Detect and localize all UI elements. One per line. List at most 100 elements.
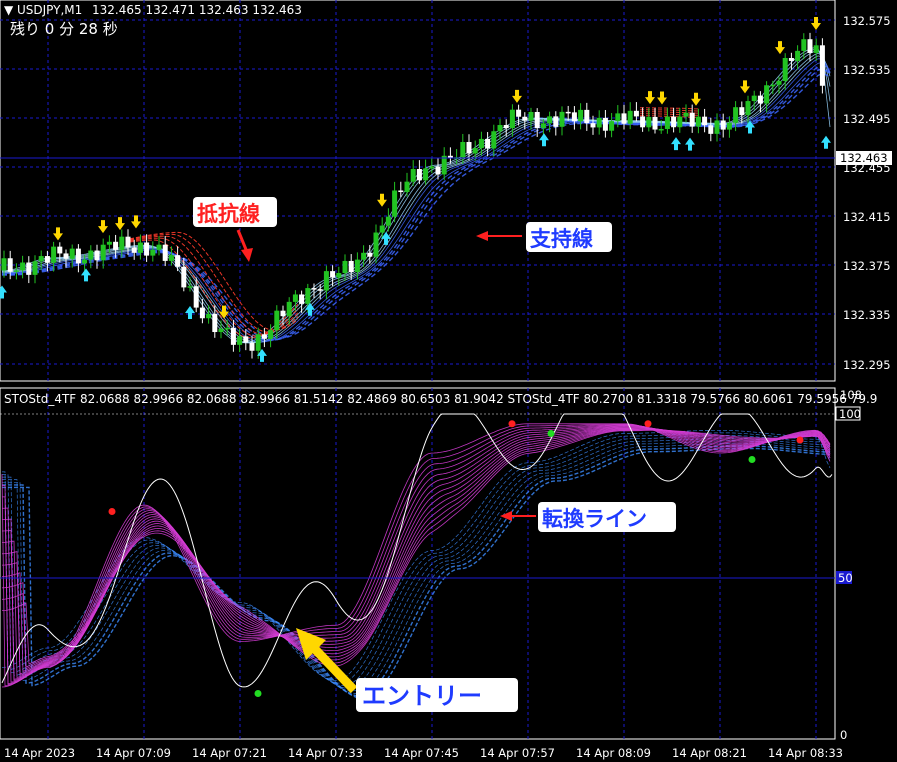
signal-dot [748, 456, 756, 463]
signal-dot [644, 420, 652, 428]
resistance-label: 抵抗線 [197, 202, 260, 226]
candle-body [144, 242, 150, 256]
candle-body [404, 181, 410, 193]
candle-body [720, 120, 726, 130]
candle-body [609, 121, 615, 131]
candle-body [131, 247, 137, 253]
candle-body [175, 255, 181, 267]
candle-body [621, 113, 627, 124]
candle-body [540, 123, 546, 129]
candle-body [801, 39, 807, 51]
time-label: 14 Apr 2023 [4, 746, 75, 760]
ohlc-values: 132.465 132.471 132.463 132.463 [92, 3, 302, 17]
candle-body [695, 116, 701, 127]
candle-body [410, 169, 416, 182]
candle-body [156, 244, 162, 250]
candle-body [100, 244, 106, 261]
candle-body [274, 310, 280, 331]
candle-body [757, 95, 763, 104]
candle-body [522, 116, 528, 121]
candle-body [299, 294, 305, 304]
candle-body [441, 155, 447, 175]
price-label: 132.375 [843, 259, 891, 273]
candle-body [416, 169, 422, 181]
candle-body [491, 131, 497, 149]
candle-body [466, 142, 472, 154]
candle-body [584, 109, 590, 124]
candle-timer: 残り 0 分 28 秒 [10, 20, 118, 38]
candle-body [51, 246, 57, 263]
candle-body [168, 255, 174, 261]
chart-canvas: ▼ USDJPY,M1 132.465 132.471 132.463 132.… [0, 0, 892, 760]
triangle-down-icon[interactable]: ▼ [4, 3, 14, 17]
candle-body [547, 116, 553, 124]
price-label: 132.495 [843, 112, 891, 126]
candle-body [751, 95, 757, 102]
candle-body [503, 125, 509, 129]
candle-body [528, 112, 534, 121]
time-axis: 14 Apr 2023 14 Apr 07:09 14 Apr 07:21 14… [4, 746, 843, 760]
candle-body [113, 241, 119, 250]
time-label: 14 Apr 07:45 [384, 746, 459, 760]
candle-body [119, 236, 125, 250]
candle-body [212, 313, 218, 333]
candle-body [181, 266, 187, 288]
candle-body [460, 142, 466, 158]
candle-body [125, 236, 131, 248]
indicator-axis-top: 108 [840, 388, 862, 402]
candle-body [627, 110, 633, 124]
candle-body [286, 301, 292, 317]
candle-body [348, 260, 354, 273]
candle-body [63, 253, 69, 259]
candle-body [385, 216, 391, 226]
time-label: 14 Apr 07:33 [288, 746, 363, 760]
candle-body [485, 138, 491, 149]
price-label: 132.335 [843, 308, 891, 322]
time-label: 14 Apr 07:21 [192, 746, 267, 760]
price-label: 132.415 [843, 210, 891, 224]
candle-body [379, 225, 385, 233]
candle-body [819, 45, 825, 86]
time-label: 14 Apr 08:09 [576, 746, 651, 760]
candle-body [342, 260, 348, 274]
candle-body [615, 113, 621, 122]
symbol-label: USDJPY,M1 [17, 3, 82, 17]
signal-dot [254, 690, 262, 697]
candle-body [106, 241, 112, 245]
signal-dot [108, 508, 116, 515]
candle-body [602, 117, 608, 131]
candle-body [739, 107, 745, 116]
candle-body [330, 271, 336, 278]
candle-body [336, 273, 342, 278]
candle-body [317, 289, 323, 291]
candle-body [82, 259, 88, 264]
candle-body [249, 342, 255, 351]
candle-body [237, 336, 243, 345]
candle-body [261, 334, 267, 339]
candle-body [640, 116, 646, 128]
candle-body [255, 334, 261, 351]
candle-body [206, 313, 212, 319]
candle-body [268, 330, 274, 339]
price-axis: 132.575 132.535 132.495 132.455 132.415 … [843, 14, 891, 372]
support-label: 支持線 [530, 227, 593, 251]
candle-body [708, 125, 714, 134]
candle-body [590, 123, 596, 128]
indicator-axis-high: 100 [839, 407, 861, 421]
candle-body [807, 39, 813, 53]
price-label: 132.295 [843, 358, 891, 372]
candle-body [218, 328, 224, 333]
candle-body [689, 112, 695, 127]
signal-dot [796, 436, 804, 444]
candle-body [162, 244, 168, 261]
candle-body [565, 111, 571, 114]
candle-body [367, 252, 373, 257]
candle-body [243, 336, 249, 343]
candle-body [32, 261, 38, 275]
candle-body [373, 232, 379, 257]
candle-body [776, 80, 782, 85]
candle-body [714, 120, 720, 134]
candle-body [596, 117, 602, 128]
candle-body [57, 246, 63, 254]
candle-body [429, 166, 435, 169]
